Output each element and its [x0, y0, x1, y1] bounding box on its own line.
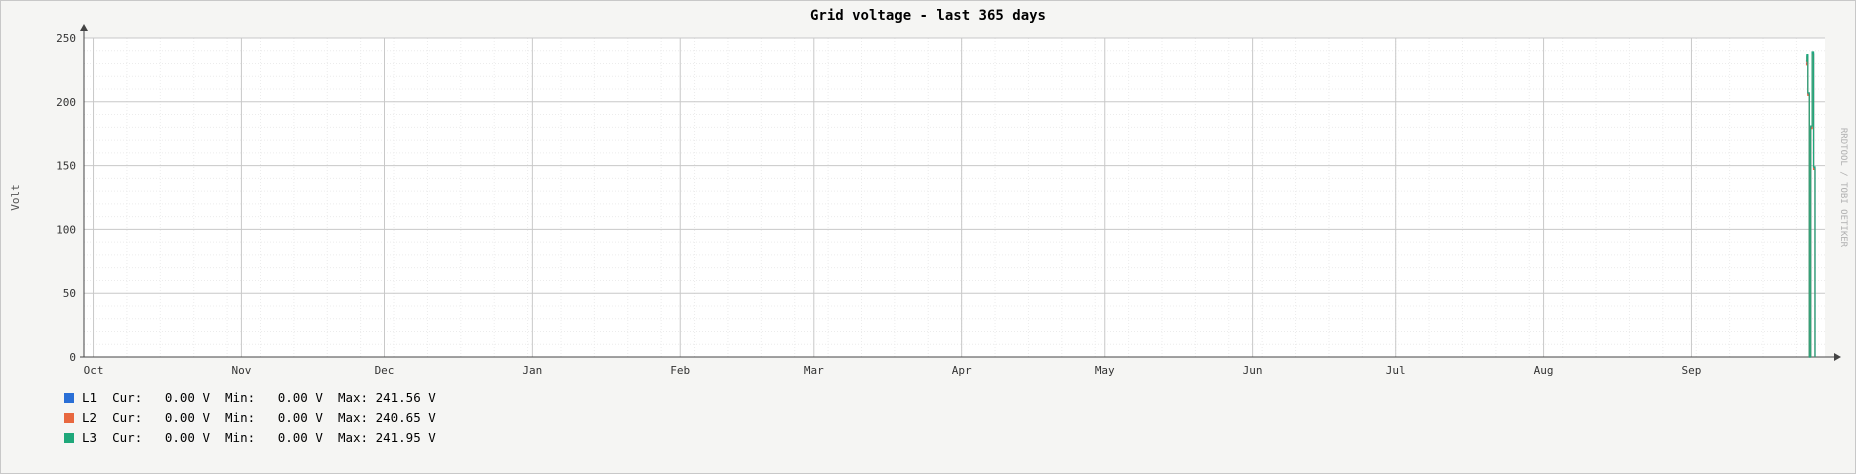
x-axis-arrow-icon — [1834, 353, 1841, 361]
y-tick-label: 150 — [56, 160, 76, 173]
y-tick-label: 100 — [56, 223, 76, 236]
legend-row-l2: L2 Cur: 0.00 V Min: 0.00 V Max: 240.65 V — [64, 408, 436, 428]
plot-background — [84, 38, 1825, 357]
legend-min-value: 0.00 V — [277, 390, 323, 405]
legend-swatch-l2 — [64, 413, 74, 423]
legend-min-label: Min: — [225, 390, 256, 405]
y-tick-label: 50 — [63, 287, 76, 300]
legend-cur-label: Cur: — [112, 390, 143, 405]
x-tick-label: Oct — [84, 364, 104, 377]
legend-cur-label: Cur: — [112, 430, 143, 445]
x-tick-label: Mar — [804, 364, 824, 377]
y-tick-label: 0 — [69, 351, 76, 364]
legend-cur-value: 0.00 V — [164, 390, 210, 405]
y-tick-label: 250 — [56, 32, 76, 45]
legend-max-label: Max: — [337, 430, 369, 445]
y-axis-label: Volt — [9, 184, 22, 211]
legend-min-value: 0.00 V — [277, 410, 323, 425]
x-tick-label: Feb — [670, 364, 690, 377]
legend-cur-value: 0.00 V — [164, 430, 210, 445]
legend-max-label: Max: — [337, 390, 369, 405]
legend-swatch-l1 — [64, 393, 74, 403]
legend-series-name: L3 — [82, 430, 98, 445]
legend-max-label: Max: — [337, 410, 369, 425]
y-tick-label: 200 — [56, 96, 76, 109]
watermark-label: RRDTOOL / TOBI OETIKER — [1838, 128, 1848, 248]
legend-max-value: 241.95 V — [375, 430, 436, 445]
x-tick-label: Apr — [952, 364, 972, 377]
x-tick-label: Jan — [522, 364, 542, 377]
legend-row-l1: L1 Cur: 0.00 V Min: 0.00 V Max: 241.56 V — [64, 388, 436, 408]
x-tick-label: May — [1095, 364, 1115, 377]
legend-row-l3: L3 Cur: 0.00 V Min: 0.00 V Max: 241.95 V — [64, 428, 436, 448]
legend-min-value: 0.00 V — [277, 430, 323, 445]
x-tick-label: Jun — [1243, 364, 1263, 377]
x-tick-label: Jul — [1386, 364, 1406, 377]
x-tick-label: Sep — [1682, 364, 1702, 377]
legend-min-label: Min: — [225, 410, 256, 425]
y-axis-arrow-icon — [80, 24, 88, 31]
legend-series-name: L2 — [82, 410, 98, 425]
legend-max-value: 240.65 V — [375, 410, 436, 425]
legend-min-label: Min: — [225, 430, 256, 445]
x-tick-label: Aug — [1534, 364, 1554, 377]
x-tick-label: Nov — [231, 364, 251, 377]
legend-cur-label: Cur: — [112, 410, 143, 425]
legend-cur-value: 0.00 V — [164, 410, 210, 425]
x-tick-label: Dec — [375, 364, 395, 377]
legend-series-name: L1 — [82, 390, 98, 405]
legend-swatch-l3 — [64, 433, 74, 443]
legend-max-value: 241.56 V — [375, 390, 436, 405]
chart-legend: L1 Cur: 0.00 V Min: 0.00 V Max: 241.56 V… — [64, 388, 436, 448]
